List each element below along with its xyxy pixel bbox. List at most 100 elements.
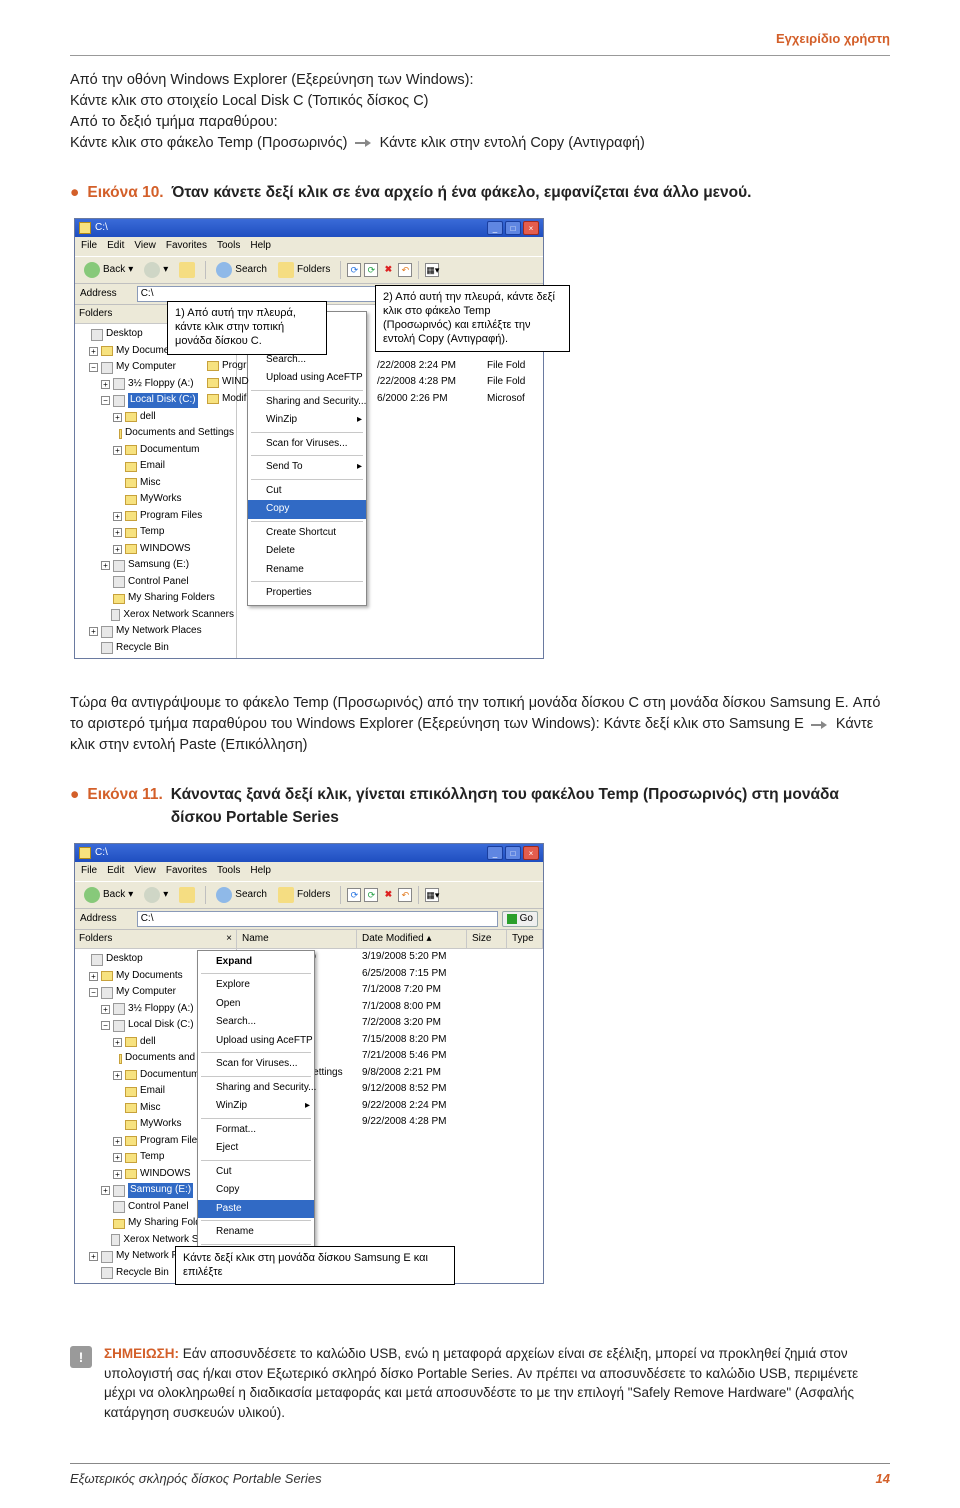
expand-icon[interactable]: + (113, 512, 122, 521)
folders-button[interactable]: Folders (274, 260, 334, 280)
menu-tools[interactable]: Tools (217, 239, 240, 254)
expand-icon[interactable]: + (101, 561, 110, 570)
menu-cut[interactable]: Cut (248, 482, 366, 501)
tree-item[interactable]: Xerox Network Scanners (77, 607, 234, 624)
expand-icon[interactable]: + (101, 1186, 110, 1195)
maximize-button[interactable]: □ (505, 221, 521, 235)
col-date[interactable]: Date Modified ▴ (357, 930, 467, 949)
menu-shortcut[interactable]: Create Shortcut (248, 524, 366, 543)
column-headers[interactable]: Name Date Modified ▴ Size Type (237, 930, 543, 950)
expand-icon[interactable]: + (113, 1137, 122, 1146)
titlebar[interactable]: C:\ _ □ × (75, 219, 543, 237)
col-size[interactable]: Size (467, 930, 507, 949)
menu-scan[interactable]: Scan for Viruses... (198, 1055, 314, 1074)
search-button[interactable]: Search (212, 260, 271, 280)
menu-cut[interactable]: Cut (198, 1163, 314, 1182)
menu-file[interactable]: File (81, 239, 97, 254)
menu-delete[interactable]: Delete (248, 542, 366, 561)
close-icon[interactable]: × (226, 932, 232, 947)
tree-item[interactable]: +Documentum (77, 442, 234, 459)
minimize-button[interactable]: _ (487, 221, 503, 235)
menu-props[interactable]: Properties (248, 584, 366, 603)
expand-icon[interactable]: + (89, 347, 98, 356)
expand-icon[interactable]: + (101, 1005, 110, 1014)
undo-icon[interactable]: ↶ (398, 888, 412, 902)
tree-item[interactable]: Misc (77, 475, 234, 492)
expand-icon[interactable]: + (113, 545, 122, 554)
menu-rename[interactable]: Rename (198, 1223, 314, 1242)
folders-button[interactable]: Folders (274, 885, 334, 905)
delete-icon[interactable]: ✖ (381, 263, 395, 277)
expand-icon[interactable]: + (89, 627, 98, 636)
expand-icon[interactable]: − (101, 1021, 110, 1030)
menu-paste[interactable]: Paste (198, 1200, 314, 1219)
tree-item[interactable]: +Samsung (E:) (77, 557, 234, 574)
expand-icon[interactable]: + (113, 1153, 122, 1162)
menu-format[interactable]: Format... (198, 1121, 314, 1140)
expand-icon[interactable]: + (113, 446, 122, 455)
menu-edit[interactable]: Edit (107, 864, 124, 879)
menu-search[interactable]: Search... (198, 1013, 314, 1032)
col-name[interactable]: Name (237, 930, 357, 949)
menu-rename[interactable]: Rename (248, 561, 366, 580)
menu-edit[interactable]: Edit (107, 239, 124, 254)
views-button[interactable]: ▦▾ (425, 888, 439, 902)
tool-icon[interactable]: ⟳ (364, 888, 378, 902)
back-button[interactable]: Back ▾ (80, 260, 137, 280)
tree-item[interactable]: +Temp (77, 524, 234, 541)
col-type[interactable]: Type (507, 930, 543, 949)
undo-icon[interactable]: ↶ (398, 263, 412, 277)
delete-icon[interactable]: ✖ (381, 888, 395, 902)
tool-icon[interactable]: ⟳ (364, 263, 378, 277)
tool-icon[interactable]: ⟳ (347, 263, 361, 277)
views-button[interactable]: ▦▾ (425, 263, 439, 277)
tree-item[interactable]: +dell (77, 409, 234, 426)
tree-item[interactable]: My Sharing Folders (77, 590, 234, 607)
tree-item[interactable]: Email (77, 458, 234, 475)
go-button[interactable]: Go (502, 911, 538, 927)
expand-icon[interactable]: − (89, 363, 98, 372)
menu-upload[interactable]: Upload using AceFTP (198, 1032, 314, 1051)
expand-icon[interactable]: + (113, 1071, 122, 1080)
expand-icon[interactable]: + (113, 1038, 122, 1047)
tree-item[interactable]: Control Panel (77, 574, 234, 591)
forward-button[interactable]: ▾ (140, 260, 172, 280)
menu-winzip[interactable]: WinZip (198, 1097, 314, 1116)
search-button[interactable]: Search (212, 885, 271, 905)
menu-fav[interactable]: Favorites (166, 864, 207, 879)
maximize-button[interactable]: □ (505, 846, 521, 860)
context-menu[interactable]: Expand Explore Open Search... Upload usi… (197, 950, 315, 1269)
expand-icon[interactable]: + (89, 972, 98, 981)
expand-icon[interactable]: + (101, 380, 110, 389)
tool-icon[interactable]: ⟳ (347, 888, 361, 902)
menu-copy[interactable]: Copy (198, 1181, 314, 1200)
menu-fav[interactable]: Favorites (166, 239, 207, 254)
close-button[interactable]: × (523, 846, 539, 860)
minimize-button[interactable]: _ (487, 846, 503, 860)
back-button[interactable]: Back ▾ (80, 885, 137, 905)
menu-copy[interactable]: Copy (248, 500, 366, 519)
menu-explore[interactable]: Explore (198, 976, 314, 995)
expand-icon[interactable]: + (89, 1252, 98, 1261)
menu-help[interactable]: Help (250, 239, 271, 254)
expand-icon[interactable]: + (113, 1170, 122, 1179)
tree-item[interactable]: +My Network Places (77, 623, 234, 640)
menu-sendto[interactable]: Send To (248, 458, 366, 477)
tree-item[interactable]: Documents and Settings (77, 425, 234, 442)
up-button[interactable] (175, 260, 199, 280)
expand-icon[interactable]: − (101, 396, 110, 405)
menu-help[interactable]: Help (250, 864, 271, 879)
menu-tools[interactable]: Tools (217, 864, 240, 879)
expand-icon[interactable]: + (113, 528, 122, 537)
forward-button[interactable]: ▾ (140, 885, 172, 905)
menu-expand[interactable]: Expand (198, 953, 314, 972)
menu-sharing[interactable]: Sharing and Security... (198, 1079, 314, 1098)
menu-winzip[interactable]: WinZip (248, 411, 366, 430)
menu-eject[interactable]: Eject (198, 1139, 314, 1158)
up-button[interactable] (175, 885, 199, 905)
close-button[interactable]: × (523, 221, 539, 235)
address-input[interactable] (137, 911, 498, 927)
expand-icon[interactable]: + (113, 413, 122, 422)
menu-scan[interactable]: Scan for Viruses... (248, 435, 366, 454)
menu-open[interactable]: Open (198, 995, 314, 1014)
